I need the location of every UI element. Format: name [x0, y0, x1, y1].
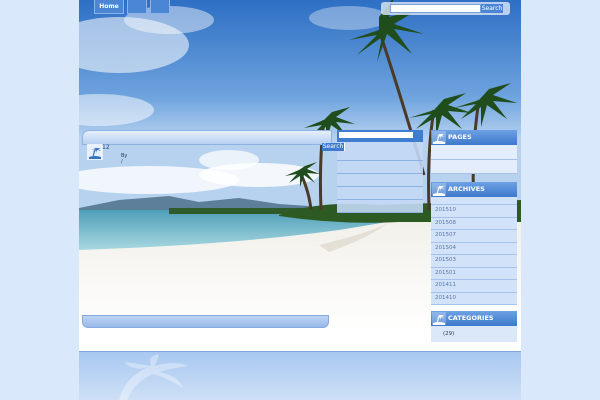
sidebar-row: [337, 200, 423, 213]
archive-link[interactable]: 201411: [431, 280, 517, 293]
sidebar-row: [337, 161, 423, 174]
post-byline-sub: /: [121, 159, 123, 165]
page-container: Home Search 12 By / Search PAGES ARCHIVE…: [79, 0, 521, 400]
post-footer-bar: [82, 315, 329, 328]
pages-widget: PAGES: [431, 130, 517, 174]
top-search-input[interactable]: [390, 4, 481, 13]
post-date-badge: 12: [87, 144, 117, 160]
sidebar-search-input[interactable]: [339, 132, 413, 138]
footer-band: [79, 351, 521, 400]
pages-title: PAGES: [448, 133, 472, 141]
nav-item-empty-1[interactable]: [127, 0, 147, 14]
post-byline: By /: [121, 153, 127, 165]
pages-header: PAGES: [431, 130, 517, 145]
sidebar-row: [337, 142, 423, 161]
palm-widget-icon: [432, 131, 446, 144]
archive-link[interactable]: 201504: [431, 242, 517, 255]
archives-header: ARCHIVES: [431, 182, 517, 197]
top-search-bar: Search: [381, 2, 510, 15]
archive-link[interactable]: 201410: [431, 292, 517, 305]
pages-row: [431, 160, 517, 174]
categories-header: CATEGORIES: [431, 311, 517, 326]
nav-item-empty-2[interactable]: [150, 0, 170, 14]
archive-link[interactable]: 201503: [431, 255, 517, 268]
pages-row: [431, 145, 517, 160]
categories-widget: CATEGORIES (29): [431, 311, 517, 342]
category-link[interactable]: (29): [431, 326, 517, 342]
palm-watermark-icon: [119, 354, 189, 400]
archives-spacer: [431, 197, 517, 205]
archives-title: ARCHIVES: [448, 185, 485, 193]
archive-link[interactable]: 201510: [431, 205, 517, 218]
sidebar-row: [337, 174, 423, 187]
palm-date-icon: [87, 144, 103, 160]
archive-link[interactable]: 201508: [431, 217, 517, 230]
nav-home-link[interactable]: Home: [94, 0, 124, 14]
post-date-day: 12: [102, 144, 110, 151]
categories-title: CATEGORIES: [448, 314, 494, 322]
sidebar-search-bar: [337, 130, 423, 142]
archives-widget: ARCHIVES 201510 201508 201507 201504 201…: [431, 182, 517, 305]
middle-sidebar: [337, 130, 423, 213]
sidebar-search-button[interactable]: Search: [322, 143, 345, 151]
archive-link[interactable]: 201501: [431, 267, 517, 280]
top-nav: Home: [94, 0, 170, 14]
post-header-bar: [82, 130, 332, 145]
top-search-button[interactable]: Search: [481, 4, 503, 13]
archive-link[interactable]: 201507: [431, 230, 517, 243]
palm-widget-icon: [432, 312, 446, 325]
palm-widget-icon: [432, 183, 446, 196]
sidebar-row: [337, 187, 423, 200]
